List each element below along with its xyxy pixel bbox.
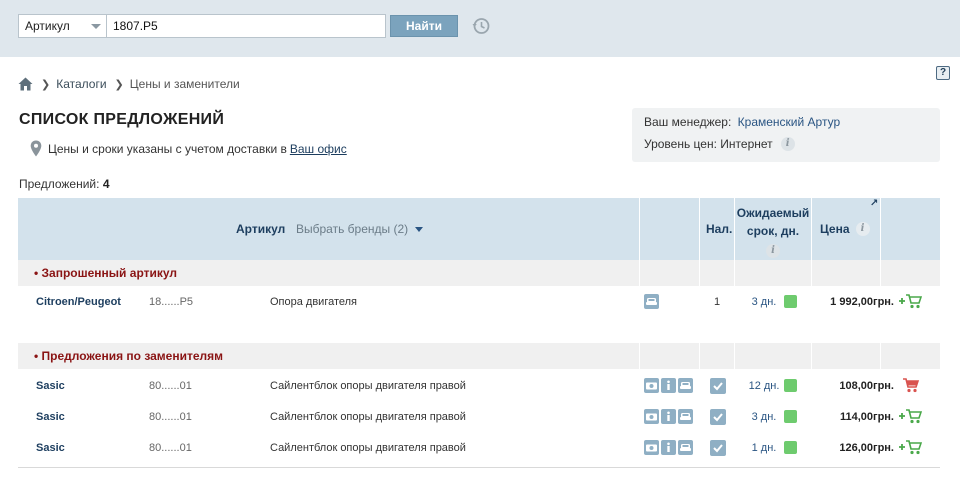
status-dot bbox=[784, 410, 797, 423]
row-description: Сайлентблок опоры двигателя правой bbox=[270, 411, 466, 423]
manager-row: Ваш менеджер: Краменский Артур bbox=[644, 115, 840, 129]
table-row: Sasic 80......01 Сайлентблок опоры двига… bbox=[18, 434, 940, 464]
status-dot bbox=[784, 441, 797, 454]
row-description: Сайлентблок опоры двигателя правой bbox=[270, 442, 466, 454]
section-replacements-label: • Предложения по заменителям bbox=[34, 349, 224, 363]
column-price[interactable]: Цена i bbox=[820, 222, 870, 236]
row-days: 12 дн. bbox=[748, 380, 780, 392]
price-level-row: Уровень цен: Интернет i bbox=[644, 137, 795, 151]
delivery-time-line1: Ожидаемый bbox=[736, 206, 810, 220]
add-to-cart-icon[interactable] bbox=[898, 438, 922, 456]
camera-icon[interactable] bbox=[644, 378, 659, 393]
search-bar: Артикул 1807.P5 Найти bbox=[0, 0, 960, 57]
manager-label: Ваш менеджер: bbox=[644, 115, 732, 129]
row-days: 1 дн. bbox=[751, 442, 777, 454]
price-label: Цена bbox=[820, 222, 850, 236]
section-requested-label: • Запрошенный артикул bbox=[34, 266, 178, 280]
info-icon[interactable] bbox=[661, 378, 676, 393]
breadcrumb-catalogs[interactable]: Каталоги bbox=[56, 77, 106, 91]
info-icon[interactable]: i bbox=[780, 137, 795, 151]
row-price: 126,00грн. bbox=[839, 442, 894, 454]
status-dot bbox=[784, 295, 797, 308]
cart-icon[interactable] bbox=[898, 376, 922, 394]
camera-icon[interactable] bbox=[644, 440, 659, 455]
brand-filter-label: Выбрать бренды (2) bbox=[296, 222, 409, 236]
price-level-label: Уровень цен: bbox=[644, 137, 717, 151]
help-icon[interactable]: ? bbox=[936, 66, 950, 80]
add-to-cart-icon[interactable] bbox=[898, 292, 922, 310]
column-stock[interactable]: Нал. bbox=[706, 222, 732, 236]
car-icon[interactable] bbox=[678, 378, 693, 393]
location-pin-icon bbox=[30, 140, 42, 157]
manager-name[interactable]: Краменский Артур bbox=[738, 115, 840, 129]
row-description: Опора двигателя bbox=[270, 296, 358, 308]
column-delivery-time[interactable]: Ожидаемый срок, дн. i bbox=[736, 204, 810, 258]
row-brand[interactable]: Sasic bbox=[36, 442, 65, 454]
row-icons bbox=[644, 294, 659, 309]
column-artikul[interactable]: Артикул bbox=[236, 222, 285, 236]
search-type-value: Артикул bbox=[25, 19, 70, 33]
car-icon[interactable] bbox=[644, 294, 659, 309]
row-brand[interactable]: Citroen/Peugeot bbox=[36, 296, 121, 308]
table-row: Sasic 80......01 Сайлентблок опоры двига… bbox=[18, 372, 940, 402]
status-dot bbox=[784, 379, 797, 392]
delivery-text: Цены и сроки указаны с учетом доставки в bbox=[48, 141, 287, 156]
delivery-note: Цены и сроки указаны с учетом доставки в… bbox=[30, 140, 347, 157]
manager-panel: Ваш менеджер: Краменский Артур Уровень ц… bbox=[632, 108, 940, 162]
chevron-down-icon bbox=[91, 24, 101, 29]
info-icon[interactable] bbox=[661, 440, 676, 455]
search-input[interactable]: 1807.P5 bbox=[107, 14, 386, 38]
car-icon[interactable] bbox=[678, 440, 693, 455]
home-icon[interactable] bbox=[18, 77, 33, 91]
breadcrumb-current: Цены и заменители bbox=[129, 77, 240, 91]
row-icons bbox=[644, 440, 693, 455]
price-level-value: Интернет bbox=[720, 137, 773, 151]
brand-filter-dropdown[interactable]: Выбрать бренды (2) bbox=[296, 222, 424, 236]
check-icon bbox=[710, 409, 726, 425]
offers-count-value: 4 bbox=[102, 177, 110, 191]
row-price: 114,00грн. bbox=[839, 411, 894, 423]
section-replacements: • Предложения по заменителям bbox=[18, 343, 940, 369]
caret-down-icon bbox=[415, 226, 424, 232]
row-days: 3 дн. bbox=[751, 296, 777, 308]
page-title: СПИСОК ПРЕДЛОЖЕНИЙ bbox=[19, 111, 225, 128]
section-requested: • Запрошенный артикул bbox=[18, 260, 940, 286]
chevron-right-icon: ❯ bbox=[41, 78, 51, 91]
search-type-select[interactable]: Артикул bbox=[18, 14, 107, 38]
delivery-time-line2: срок, дн. bbox=[746, 224, 800, 238]
car-icon[interactable] bbox=[678, 409, 693, 424]
camera-icon[interactable] bbox=[644, 409, 659, 424]
office-link[interactable]: Ваш офис bbox=[290, 142, 347, 156]
info-icon[interactable]: i bbox=[855, 222, 870, 236]
sort-arrow-icon[interactable]: ↗ bbox=[870, 198, 878, 209]
row-article: 80......01 bbox=[149, 411, 192, 423]
chevron-right-icon: ❯ bbox=[114, 78, 124, 91]
row-days: 3 дн. bbox=[751, 411, 777, 423]
breadcrumb: ❯ Каталоги ❯ Цены и заменители bbox=[18, 76, 240, 92]
row-description: Сайлентблок опоры двигателя правой bbox=[270, 380, 466, 392]
search-button[interactable]: Найти bbox=[390, 15, 458, 37]
check-icon bbox=[710, 378, 726, 394]
row-price: 1 992,00грн. bbox=[830, 296, 894, 308]
table-bottom-divider bbox=[18, 467, 940, 468]
row-article: 80......01 bbox=[149, 442, 192, 454]
row-article: 80......01 bbox=[149, 380, 192, 392]
row-qty: 1 bbox=[714, 296, 721, 308]
history-icon[interactable] bbox=[471, 16, 491, 36]
check-icon bbox=[710, 440, 726, 456]
offers-count: Предложений: 4 bbox=[19, 177, 110, 191]
row-brand[interactable]: Sasic bbox=[36, 411, 65, 423]
info-icon[interactable] bbox=[661, 409, 676, 424]
table-row: Sasic 80......01 Сайлентблок опоры двига… bbox=[18, 403, 940, 433]
table-header: Артикул Выбрать бренды (2) Нал. Ожидаемы… bbox=[18, 198, 940, 260]
row-icons bbox=[644, 409, 693, 424]
row-price: 108,00грн. bbox=[839, 380, 894, 392]
table-row: Citroen/Peugeot 18......P5 Опора двигате… bbox=[18, 288, 940, 318]
offers-label: Предложений: bbox=[19, 177, 100, 191]
add-to-cart-icon[interactable] bbox=[898, 407, 922, 425]
row-brand[interactable]: Sasic bbox=[36, 380, 65, 392]
info-icon[interactable]: i bbox=[766, 244, 780, 258]
row-article: 18......P5 bbox=[149, 296, 194, 308]
row-icons bbox=[644, 378, 693, 393]
